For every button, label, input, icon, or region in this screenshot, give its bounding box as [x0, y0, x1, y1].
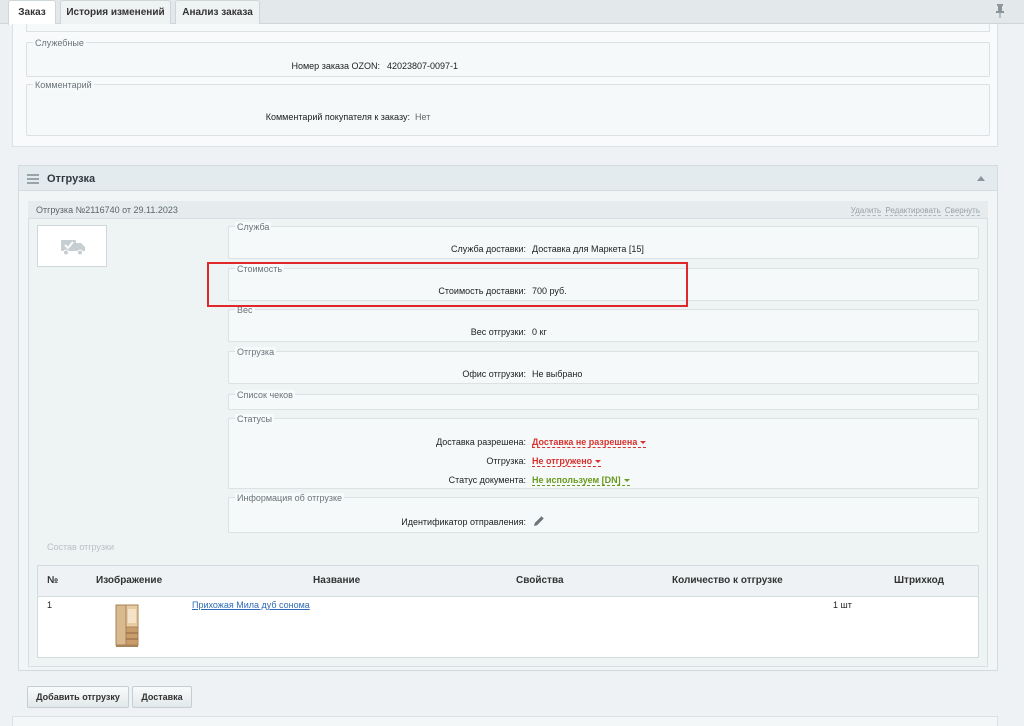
delete-link[interactable]: Удалить	[850, 206, 882, 216]
hamburger-icon[interactable]	[27, 174, 39, 184]
delivery-allowed-dropdown[interactable]: Доставка не разрешена	[532, 437, 647, 448]
delivery-service-legend: Служба	[235, 222, 272, 232]
service-legend: Служебные	[33, 38, 86, 48]
shipped-status-label: Отгрузка:	[486, 456, 526, 466]
shipping-office-legend: Отгрузка	[235, 347, 277, 357]
receipts-legend: Список чеков	[235, 390, 295, 400]
delivery-service-value: Доставка для Маркета [15]	[532, 244, 644, 254]
composition-label: Состав отгрузки	[47, 542, 115, 552]
comment-fieldset: Комментарий	[26, 80, 990, 136]
row-number: 1	[47, 600, 53, 610]
shipping-office-label: Офис отгрузки:	[462, 369, 526, 379]
weight-legend: Вес	[235, 305, 255, 315]
product-quantity: 1 шт	[833, 600, 852, 610]
truck-icon	[61, 240, 85, 256]
product-image[interactable]	[114, 603, 140, 649]
collapse-arrow-icon[interactable]	[977, 176, 985, 181]
shipment-subheader: Отгрузка №2116740 от 29.11.2023 Удалить …	[28, 201, 988, 219]
delivery-cost-label: Стоимость доставки:	[438, 286, 526, 296]
shipment-info-fieldset: Информация об отгрузке	[228, 493, 979, 533]
col-name: Название	[313, 575, 361, 586]
comment-legend: Комментарий	[33, 80, 94, 90]
delivery-cost-legend: Стоимость	[235, 264, 285, 274]
col-barcode: Штрихкод	[894, 575, 944, 586]
ozon-order-label: Номер заказа OZON:	[291, 61, 380, 71]
shipping-office-fieldset: Отгрузка	[228, 347, 979, 384]
product-name-link[interactable]: Прихожая Мила дуб сонома	[192, 600, 310, 610]
shipping-office-value: Не выбрано	[532, 369, 583, 379]
delivery-thumbnail	[37, 225, 107, 267]
edit-link[interactable]: Редактировать	[885, 206, 941, 216]
shipped-status-dropdown[interactable]: Не отгружено	[532, 456, 602, 467]
col-image: Изображение	[96, 575, 163, 586]
shipment-header[interactable]: Отгрузка	[18, 165, 998, 191]
buyer-comment-value: Нет	[415, 112, 431, 122]
statuses-legend: Статусы	[235, 414, 274, 424]
ozon-order-value: 42023807-0097-1	[387, 61, 459, 71]
delivery-cost-value: 700 руб.	[532, 286, 567, 296]
cut-fieldset	[26, 24, 990, 32]
service-fieldset: Служебные	[26, 38, 990, 77]
shipment-actions: Удалить Редактировать Свернуть	[849, 206, 980, 216]
weight-label: Вес отгрузки:	[470, 327, 526, 337]
receipts-fieldset: Список чеков	[228, 390, 979, 410]
tab-analysis[interactable]: Анализ заказа	[175, 0, 260, 24]
tab-history[interactable]: История изменений	[60, 0, 171, 24]
tracking-id-label: Идентификатор отправления:	[401, 517, 526, 527]
add-shipment-button[interactable]: Добавить отгрузку	[27, 686, 129, 708]
col-quantity: Количество к отгрузке	[672, 575, 783, 586]
delivery-cost-fieldset: Стоимость	[228, 264, 979, 301]
shipment-info-legend: Информация об отгрузке	[235, 493, 345, 503]
chevron-down-icon	[595, 460, 602, 463]
table-header: № Изображение Название Свойства Количест…	[38, 566, 978, 597]
chevron-down-icon	[623, 479, 630, 482]
shipment-items-table: № Изображение Название Свойства Количест…	[37, 565, 979, 658]
pencil-icon[interactable]	[533, 515, 545, 527]
pin-icon[interactable]	[994, 3, 1006, 19]
delivery-service-fieldset: Служба	[228, 222, 979, 259]
collapse-link[interactable]: Свернуть	[944, 206, 980, 216]
bottom-panel	[12, 716, 998, 726]
weight-value: 0 кг	[532, 327, 547, 337]
col-number: №	[47, 575, 59, 586]
document-status-dropdown[interactable]: Не используем [DN]	[532, 475, 630, 486]
chevron-down-icon	[640, 441, 647, 444]
delivery-allowed-label: Доставка разрешена:	[436, 437, 526, 447]
delivery-button[interactable]: Доставка	[132, 686, 192, 708]
tab-order[interactable]: Заказ	[8, 0, 56, 25]
shipment-title: Отгрузка	[47, 173, 96, 185]
delivery-service-label: Служба доставки:	[451, 244, 526, 254]
document-status-label: Статус документа:	[448, 475, 526, 485]
tab-bar: Заказ История изменений Анализ заказа	[0, 0, 1024, 25]
buyer-comment-label: Комментарий покупателя к заказу:	[265, 112, 410, 122]
weight-fieldset: Вес	[228, 305, 979, 342]
col-properties: Свойства	[516, 575, 564, 586]
shipment-number: Отгрузка №2116740 от 29.11.2023	[36, 205, 178, 215]
